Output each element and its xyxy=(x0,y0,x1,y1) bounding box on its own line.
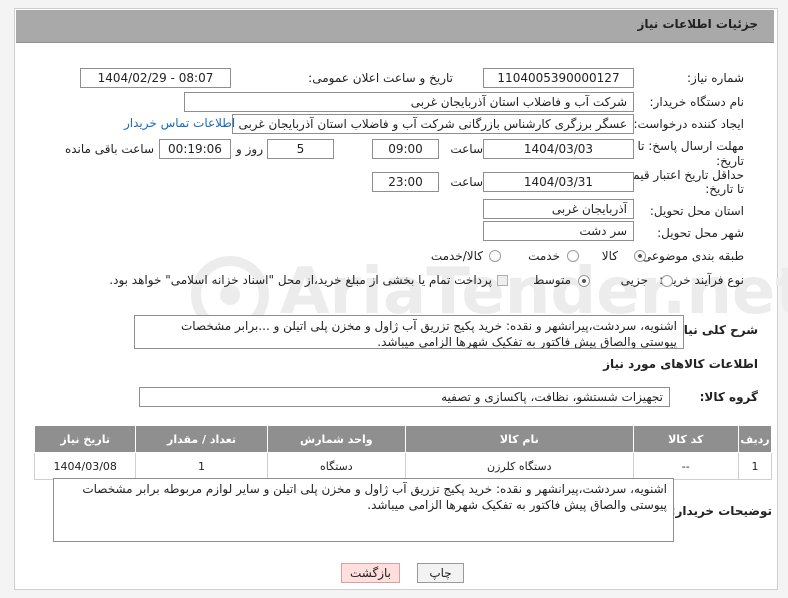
back-button[interactable]: بازگشت xyxy=(341,563,400,583)
treasury-note: پرداخت تمام یا بخشی از مبلغ خرید،از محل … xyxy=(109,273,492,287)
goods-group-label: گروه کالا: xyxy=(699,390,758,404)
delivery-city-label: شهر محل تحویل: xyxy=(657,226,744,240)
col-header-date: تاریخ نیاز xyxy=(33,425,137,453)
need-number-field: 1104005390000127 xyxy=(483,68,634,88)
time-remaining-label: ساعت باقی مانده xyxy=(64,142,154,156)
general-desc-label: شرح کلی نیاز: xyxy=(672,323,758,337)
buyer-contact-link[interactable]: اطلاعات تماس خریدار xyxy=(124,116,235,130)
category-radio-goods[interactable] xyxy=(634,250,646,262)
send-deadline-date: 1404/03/03 xyxy=(483,139,634,159)
cell-row-num: 1 xyxy=(738,452,772,480)
need-number-label: شماره نیاز: xyxy=(687,71,744,85)
category-radio-service[interactable] xyxy=(567,250,579,262)
announce-datetime-label: تاریخ و ساعت اعلان عمومی: xyxy=(308,71,453,85)
process-option-medium: متوسط xyxy=(533,273,571,287)
col-header-qty: تعداد / مقدار xyxy=(135,425,268,453)
cell-qty: 1 xyxy=(135,452,268,480)
process-radio-medium[interactable] xyxy=(578,275,590,287)
page-title: جزئیات اطلاعات نیاز xyxy=(637,17,758,31)
price-validity-label-2: تا تاریخ: xyxy=(705,182,744,196)
general-desc-field: اشنویه، سردشت،پیرانشهر و نقده: خرید پکیج… xyxy=(134,315,684,349)
buyer-notes-field: اشنویه، سردشت،پیرانشهر و نقده: خرید پکیج… xyxy=(53,478,674,542)
cell-unit: دستگاه xyxy=(266,452,407,480)
items-table: ردیف کد کالا نام کالا واحد شمارش تعداد /… xyxy=(33,425,772,480)
days-label: روز و xyxy=(236,142,263,156)
goods-group-field: تجهیزات شستشو، نظافت، پاکسازی و تصفیه xyxy=(139,387,670,407)
category-label: طبقه بندی موضوعی: xyxy=(637,249,744,263)
treasury-checkbox[interactable] xyxy=(497,275,508,286)
time-remaining: 00:19:06 xyxy=(159,139,231,159)
price-validity-date: 1404/03/31 xyxy=(483,172,634,192)
requester-field: عسگر برزگری کارشناس بازرگانی شرکت آب و ف… xyxy=(232,114,634,134)
buyer-notes-label: توضیحات خریدار: xyxy=(670,504,772,518)
buyer-org-label: نام دستگاه خریدار: xyxy=(649,95,745,109)
table-row: 1 -- دستگاه کلرزن دستگاه 1 1404/03/08 xyxy=(33,452,772,480)
col-header-code: کد کالا xyxy=(632,425,740,453)
send-deadline-label: مهلت ارسال پاسخ: تا xyxy=(637,139,744,153)
goods-section-title: اطلاعات کالاهای مورد نیاز xyxy=(603,357,758,371)
process-option-minor: جزیی xyxy=(620,273,648,287)
price-validity-time-label: ساعت xyxy=(450,175,483,189)
cell-name: دستگاه کلرزن xyxy=(405,452,634,480)
cell-code: -- xyxy=(632,452,740,480)
buyer-org-field: شرکت آب و فاضلاب استان آذربایجان غربی xyxy=(184,92,634,112)
category-option-goods-service: کالا/خدمت xyxy=(430,249,483,263)
delivery-province-field: آذربایجان غربی xyxy=(483,199,634,219)
price-validity-label: حداقل تاریخ اعتبار قیمت: xyxy=(617,168,744,182)
send-deadline-label-2: تاریخ: xyxy=(716,154,744,168)
send-deadline-time-label: ساعت xyxy=(450,142,483,156)
category-option-service: خدمت xyxy=(528,249,560,263)
send-deadline-time: 09:00 xyxy=(372,139,439,159)
requester-label: ایجاد کننده درخواست: xyxy=(633,117,744,131)
price-validity-time: 23:00 xyxy=(372,172,439,192)
table-header-row: ردیف کد کالا نام کالا واحد شمارش تعداد /… xyxy=(33,425,772,453)
print-button[interactable]: چاپ xyxy=(417,563,464,583)
category-option-goods: کالا xyxy=(601,249,618,263)
delivery-city-field: سر دشت xyxy=(483,221,634,241)
process-radio-minor[interactable] xyxy=(661,275,673,287)
announce-datetime-field: 1404/02/29 - 08:07 xyxy=(80,68,231,88)
category-radio-goods-service[interactable] xyxy=(489,250,501,262)
cell-date: 1404/03/08 xyxy=(33,452,137,480)
col-header-unit: واحد شمارش xyxy=(266,425,407,453)
days-remaining: 5 xyxy=(267,139,334,159)
delivery-province-label: استان محل تحویل: xyxy=(649,204,744,218)
col-header-row-num: ردیف xyxy=(738,425,772,453)
col-header-name: نام کالا xyxy=(405,425,634,453)
